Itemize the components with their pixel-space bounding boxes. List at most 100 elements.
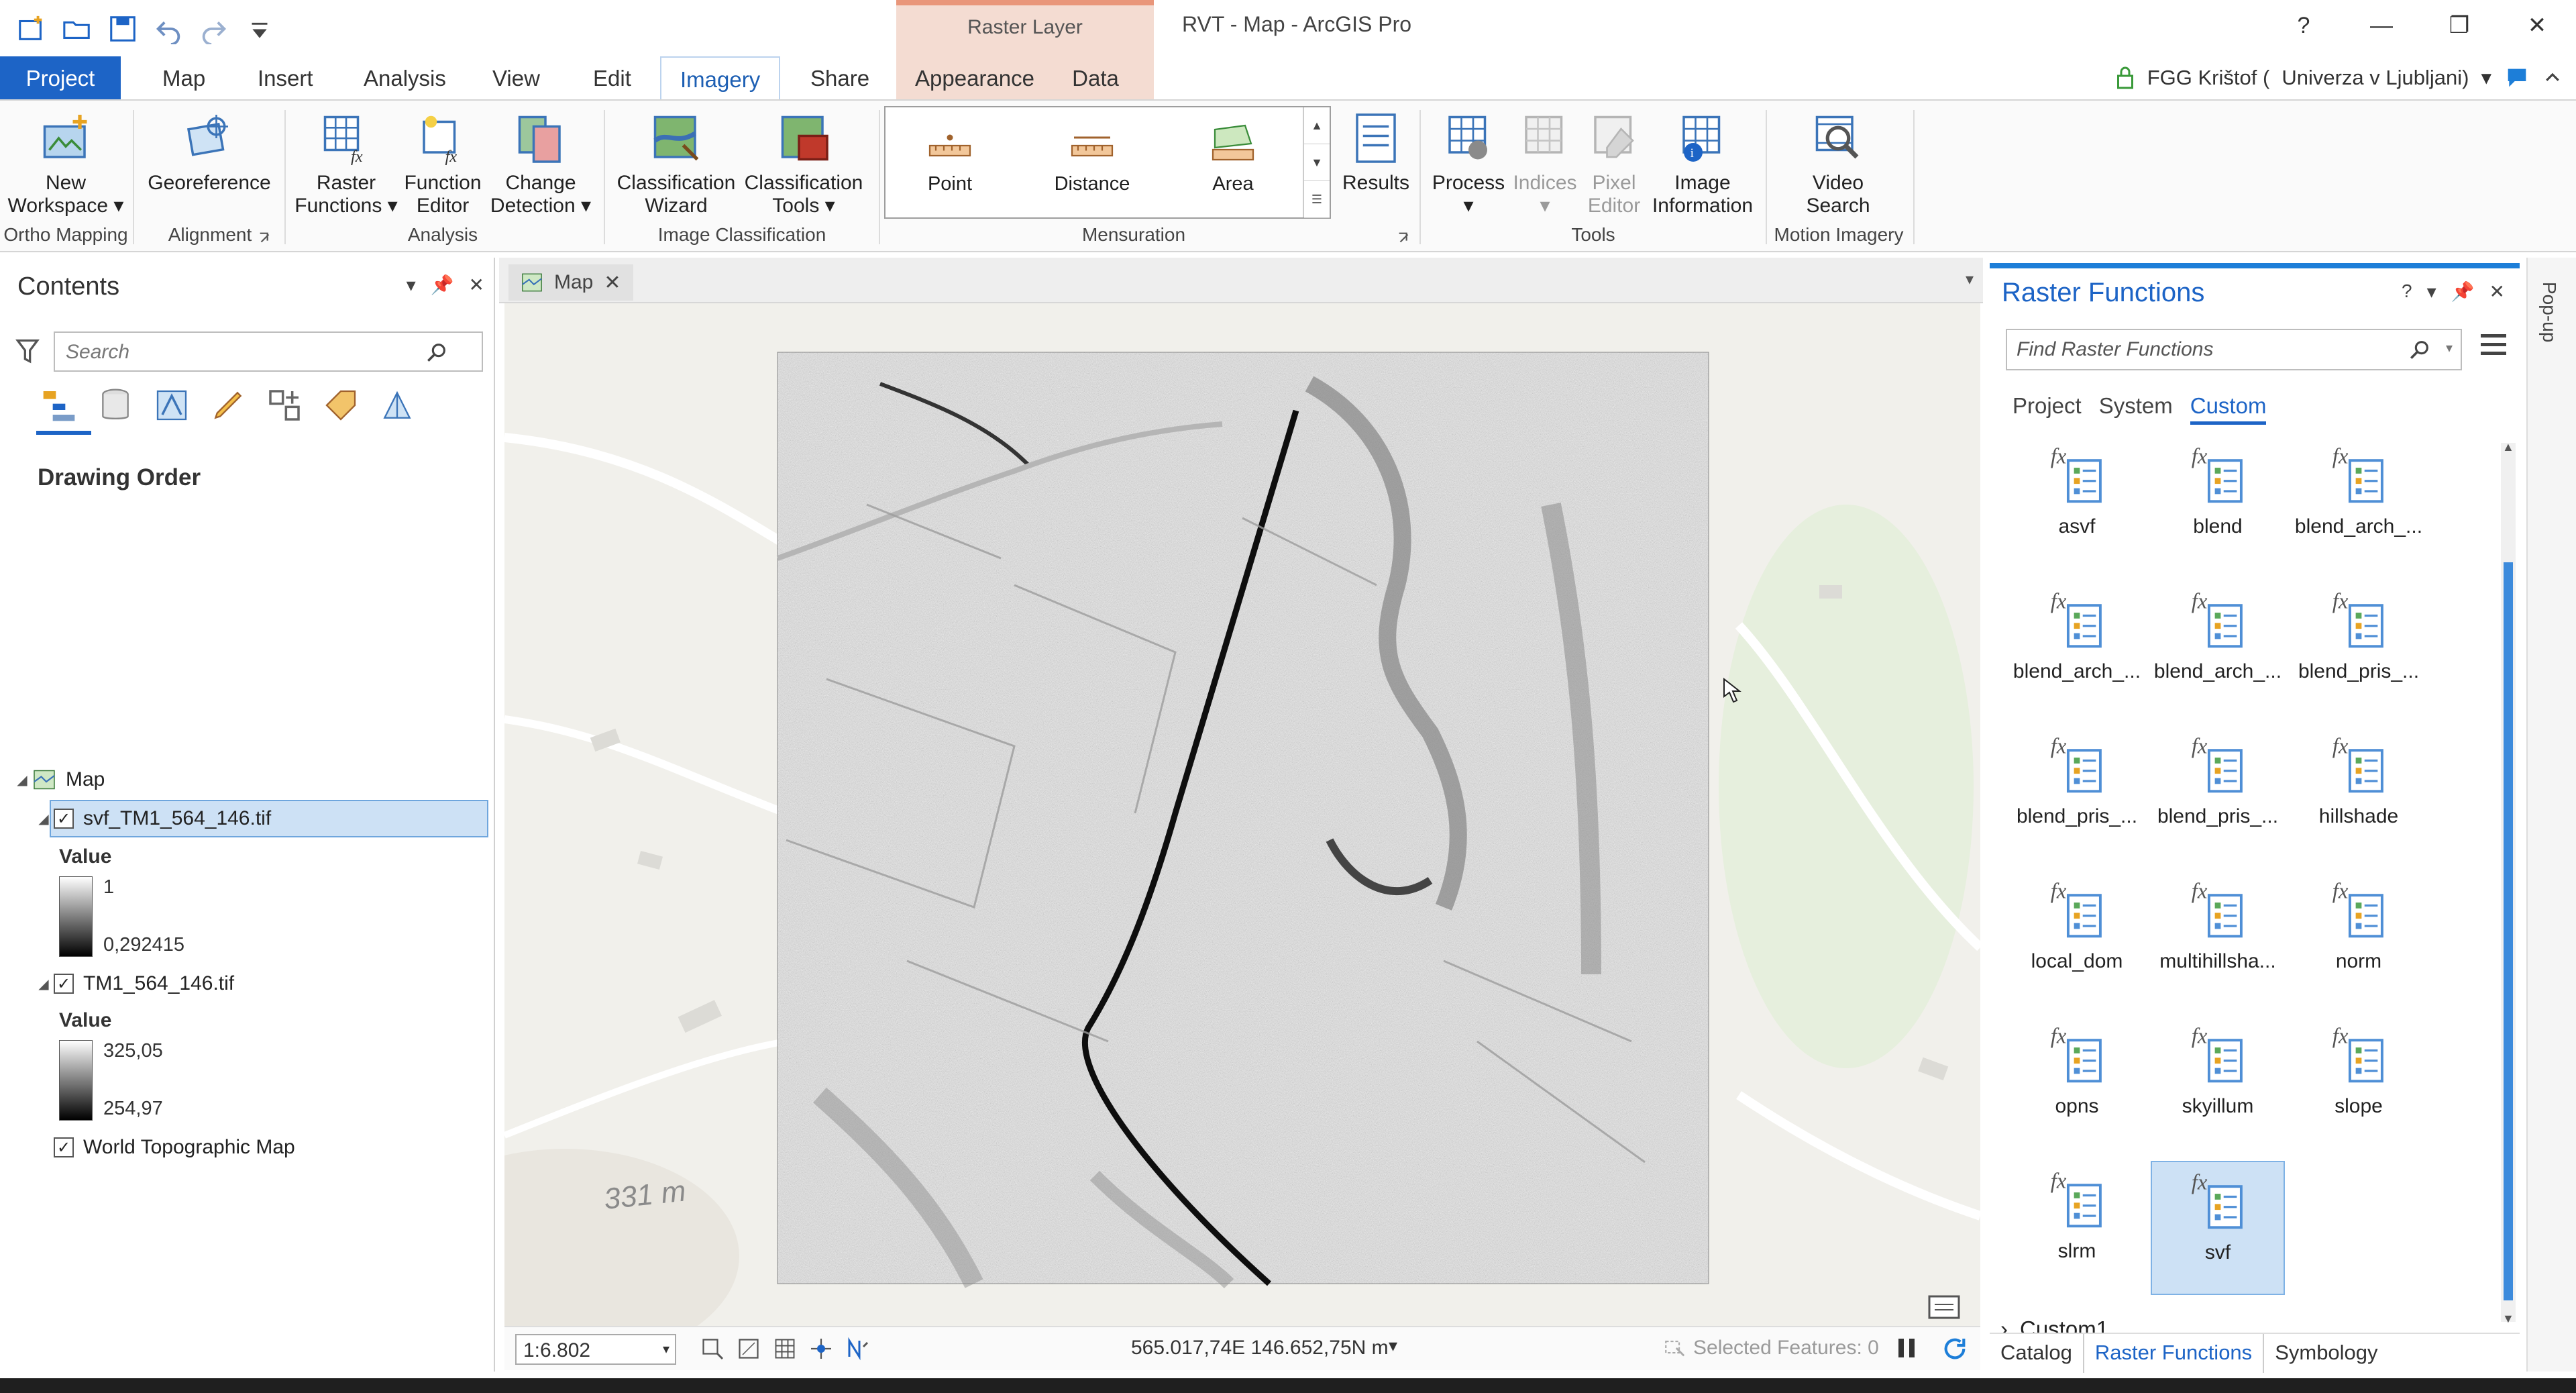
tab-imagery[interactable]: Imagery (660, 56, 781, 99)
help-icon[interactable]: ? (2402, 280, 2412, 303)
gallery-down-icon[interactable]: ▼ (1304, 144, 1330, 181)
tab-insert[interactable]: Insert (239, 56, 332, 99)
list-by-drawing-order-icon[interactable] (40, 386, 78, 424)
raster-function-tile[interactable]: fx norm (2292, 871, 2426, 1005)
customize-qat-icon[interactable] (244, 13, 275, 44)
layer-basemap[interactable]: ✓ World Topographic Map (54, 1129, 295, 1166)
pane-options-icon[interactable]: ▾ (2427, 280, 2436, 303)
list-by-selection-icon[interactable] (153, 386, 191, 424)
map-view-tab[interactable]: Map ✕ (508, 264, 633, 301)
tab-list-icon[interactable]: ▾ (1966, 270, 1974, 289)
collapse-icon[interactable]: ◢ (12, 772, 32, 788)
gallery-scrollbar[interactable]: ▲ ▼ (2501, 440, 2516, 1325)
user-name[interactable]: FGG Krištof ( (2147, 66, 2270, 90)
tm1-color-ramp[interactable] (59, 1040, 93, 1121)
tab-edit[interactable]: Edit (574, 56, 650, 99)
point-button[interactable]: Point (890, 119, 1010, 195)
popup-side-tab[interactable]: Pop-up (2526, 258, 2576, 1372)
raster-functions-search-input[interactable]: Find Raster Functions ▾ (2006, 329, 2462, 370)
new-project-icon[interactable] (16, 13, 47, 44)
tab-project[interactable]: Project (0, 56, 121, 99)
raster-function-tile[interactable]: fx asvf (2010, 436, 2144, 570)
help-button[interactable]: ? (2265, 0, 2343, 51)
classification-tools-button[interactable]: Classification Tools ▾ (738, 110, 869, 217)
raster-function-tile[interactable]: fx blend_pris_... (2292, 581, 2426, 715)
search-icon[interactable] (2408, 338, 2431, 361)
alignment-launcher-icon[interactable] (258, 231, 272, 246)
close-tab-icon[interactable]: ✕ (604, 271, 621, 295)
close-button[interactable]: ✕ (2498, 0, 2576, 51)
user-org[interactable]: Univerza v Ljubljani) (2282, 66, 2469, 90)
pin-icon[interactable]: 📌 (431, 274, 454, 296)
refresh-icon[interactable] (1941, 1335, 1968, 1362)
tab-analysis[interactable]: Analysis (345, 56, 465, 99)
open-project-icon[interactable] (62, 13, 93, 44)
tab-map[interactable]: Map (144, 56, 224, 99)
collapse-icon[interactable]: ◢ (34, 976, 54, 992)
grid-icon[interactable] (771, 1337, 798, 1361)
layer-visibility-checkbox[interactable]: ✓ (54, 809, 74, 829)
coordinate-format-dropdown-icon[interactable]: ▾ (1389, 1335, 1397, 1356)
new-workspace-button[interactable]: New Workspace ▾ (5, 110, 126, 217)
change-detection-button[interactable]: Change Detection ▾ (486, 110, 596, 217)
raster-function-tile[interactable]: fx blend_pris_... (2151, 726, 2285, 860)
filter-icon[interactable] (15, 337, 40, 366)
function-editor-button[interactable]: fx Function Editor (396, 110, 490, 217)
raster-function-tile[interactable]: fx blend_arch_... (2010, 581, 2144, 715)
map-canvas[interactable]: 331 m (504, 303, 1980, 1326)
snapping-icon[interactable] (808, 1337, 835, 1361)
pause-drawing-icon[interactable] (1896, 1337, 1917, 1359)
contents-search-input[interactable]: Search (54, 331, 483, 372)
close-pane-icon[interactable]: ✕ (2489, 280, 2505, 303)
tab-appearance[interactable]: Appearance (896, 56, 1037, 99)
fixed-zoom-icon[interactable] (699, 1337, 726, 1361)
pixel-editor-button[interactable]: Pixel Editor (1572, 110, 1656, 217)
raster-function-tile[interactable]: fx skyillum (2151, 1016, 2285, 1150)
process-button[interactable]: Process ▾ (1425, 110, 1512, 217)
layer-visibility-checkbox[interactable]: ✓ (54, 974, 74, 994)
close-pane-icon[interactable]: ✕ (469, 274, 484, 296)
minimize-button[interactable]: — (2343, 0, 2420, 51)
svf-color-ramp[interactable] (59, 876, 93, 957)
layer-visibility-checkbox[interactable]: ✓ (54, 1137, 74, 1157)
search-icon[interactable] (425, 341, 448, 364)
user-dropdown-caret[interactable]: ▾ (2481, 66, 2491, 90)
raster-function-tile[interactable]: fx opns (2010, 1016, 2144, 1150)
list-by-labeling-icon[interactable] (322, 386, 360, 424)
tab-symbology[interactable]: Symbology (2264, 1334, 2388, 1373)
pane-options-icon[interactable]: ▾ (407, 274, 416, 296)
distance-button[interactable]: Distance (1032, 119, 1152, 195)
results-button[interactable]: Results (1336, 110, 1415, 195)
raster-function-tile[interactable]: fx local_dom (2010, 871, 2144, 1005)
map-notes-icon[interactable] (1927, 1294, 1962, 1321)
raster-function-tile[interactable]: fx blend_arch_... (2151, 581, 2285, 715)
raster-function-tile[interactable]: fx blend_arch_... (2292, 436, 2426, 570)
save-icon[interactable] (107, 13, 138, 44)
georeference-button[interactable]: Georeference (144, 110, 275, 195)
scroll-down-icon[interactable]: ▼ (2502, 1312, 2514, 1326)
raster-function-tile[interactable]: fx blend (2151, 436, 2285, 570)
subtab-project[interactable]: Project (2012, 393, 2082, 425)
list-by-perspective-imagery-icon[interactable] (378, 386, 416, 424)
scroll-up-icon[interactable]: ▲ (2502, 440, 2514, 454)
raster-function-tile[interactable]: fx blend_pris_... (2010, 726, 2144, 860)
gallery-up-icon[interactable]: ▲ (1304, 107, 1330, 144)
raster-functions-button[interactable]: fx Raster Functions ▾ (292, 110, 400, 217)
restore-button[interactable]: ❐ (2420, 0, 2498, 51)
list-by-data-source-icon[interactable] (97, 386, 134, 424)
search-options-icon[interactable]: ▾ (2446, 340, 2453, 356)
tab-catalog[interactable]: Catalog (1990, 1334, 2083, 1373)
layer-tm1[interactable]: ◢ ✓ TM1_564_146.tif (34, 965, 234, 1002)
scale-selector[interactable]: 1:6.802 ▾ (515, 1334, 676, 1365)
gallery-more-icon[interactable]: ☰ (1304, 181, 1330, 218)
undo-icon[interactable] (153, 13, 184, 44)
classification-wizard-button[interactable]: Classification Wizard (610, 110, 742, 217)
area-button[interactable]: Area (1173, 119, 1293, 195)
raster-function-tile[interactable]: fx multihillsha... (2151, 871, 2285, 1005)
raster-function-tile[interactable]: fx svf (2151, 1161, 2285, 1295)
notifications-icon[interactable] (2504, 64, 2530, 91)
list-by-editing-icon[interactable] (209, 386, 247, 424)
tab-share[interactable]: Share (792, 56, 888, 99)
north-arrow-icon[interactable] (844, 1337, 871, 1361)
scroll-thumb[interactable] (2504, 562, 2513, 1300)
